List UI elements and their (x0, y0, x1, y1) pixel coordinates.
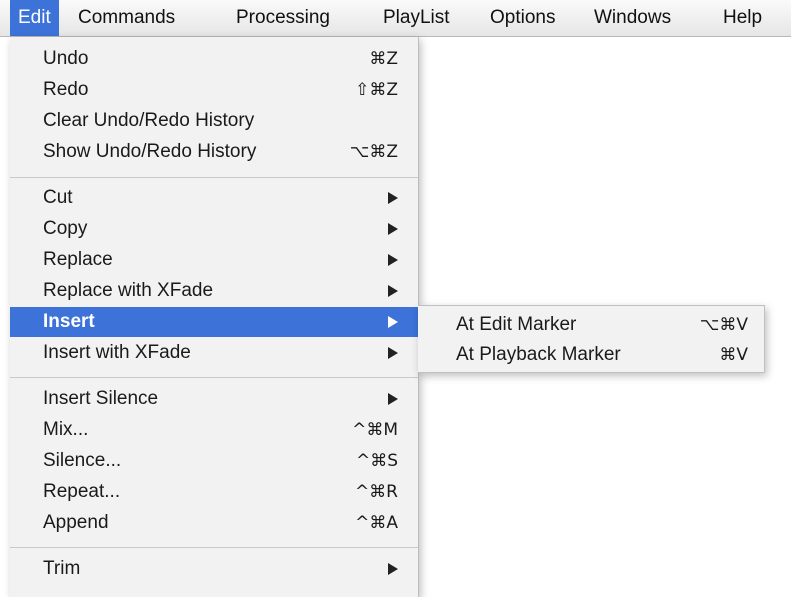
menubar-edit[interactable]: Edit (10, 0, 59, 36)
shortcut-label: ^⌘M (352, 420, 398, 440)
menu-item-label: At Playback Marker (456, 344, 621, 365)
menubar-commands[interactable]: Commands (78, 0, 175, 36)
menu-item-insert[interactable]: Insert (10, 307, 418, 337)
submenu-item-at-edit-marker[interactable]: At Edit Marker ⌥⌘V (418, 310, 764, 340)
submenu-arrow-icon (388, 393, 398, 405)
edit-menu: Undo ⌘Z Redo ⇧⌘Z Clear Undo/Redo History… (10, 37, 419, 597)
menu-item-insert-with-xfade[interactable]: Insert with XFade (10, 338, 418, 368)
menu-item-label: Undo (43, 48, 89, 69)
shortcut-label: ⌥⌘V (699, 315, 748, 335)
menu-item-label: Clear Undo/Redo History (43, 110, 255, 131)
submenu-arrow-icon (388, 563, 398, 575)
insert-submenu: At Edit Marker ⌥⌘V At Playback Marker ⌘V (418, 305, 765, 373)
menu-separator (10, 547, 418, 548)
menu-item-replace-with-xfade[interactable]: Replace with XFade (10, 276, 418, 306)
shortcut-label: ⌘Z (369, 49, 398, 69)
menu-item-label: Repeat... (43, 481, 121, 502)
menu-bar: Edit Commands Processing PlayList Option… (0, 0, 791, 37)
submenu-arrow-icon (388, 223, 398, 235)
menu-item-label: Append (43, 512, 109, 533)
menu-item-replace[interactable]: Replace (10, 245, 418, 275)
menu-item-label: Show Undo/Redo History (43, 141, 257, 162)
submenu-item-at-playback-marker[interactable]: At Playback Marker ⌘V (418, 340, 764, 370)
menu-item-clear-undo-redo-history[interactable]: Clear Undo/Redo History (10, 106, 418, 136)
menu-item-append[interactable]: Append ^⌘A (10, 508, 418, 538)
menu-item-redo[interactable]: Redo ⇧⌘Z (10, 75, 418, 105)
menu-item-label: Trim (43, 558, 81, 579)
menu-item-label: At Edit Marker (456, 314, 577, 335)
shortcut-label: ⇧⌘Z (355, 80, 398, 100)
menubar-options[interactable]: Options (490, 0, 555, 36)
submenu-arrow-icon (388, 285, 398, 297)
menubar-playlist[interactable]: PlayList (383, 0, 450, 36)
menu-item-silence[interactable]: Silence... ^⌘S (10, 446, 418, 476)
menu-item-mix[interactable]: Mix... ^⌘M (10, 415, 418, 445)
menu-item-label: Insert Silence (43, 388, 159, 409)
menu-item-label: Replace (43, 249, 113, 270)
menubar-windows[interactable]: Windows (594, 0, 671, 36)
menu-item-label: Copy (43, 218, 88, 239)
submenu-arrow-icon (388, 254, 398, 266)
shortcut-label: ^⌘R (354, 482, 398, 502)
menu-item-label: Insert (43, 311, 95, 332)
shortcut-label: ⌥⌘Z (349, 142, 398, 162)
menu-item-repeat[interactable]: Repeat... ^⌘R (10, 477, 418, 507)
menu-item-copy[interactable]: Copy (10, 214, 418, 244)
menu-item-label: Mix... (43, 419, 89, 440)
menu-item-label: Replace with XFade (43, 280, 214, 301)
shortcut-label: ^⌘A (355, 513, 398, 533)
menubar-help[interactable]: Help (723, 0, 762, 36)
menu-item-cut[interactable]: Cut (10, 183, 418, 213)
menu-item-show-undo-redo-history[interactable]: Show Undo/Redo History ⌥⌘Z (10, 137, 418, 167)
menu-item-trim[interactable]: Trim (10, 554, 418, 584)
menubar-processing[interactable]: Processing (236, 0, 330, 36)
menu-item-label: Redo (43, 79, 89, 100)
menu-item-label: Insert with XFade (43, 342, 191, 363)
menu-separator (10, 177, 418, 178)
shortcut-label: ⌘V (719, 345, 748, 365)
menu-item-undo[interactable]: Undo ⌘Z (10, 44, 418, 74)
menu-separator (10, 377, 418, 378)
menu-item-insert-silence[interactable]: Insert Silence (10, 384, 418, 414)
menu-item-label: Silence... (43, 450, 122, 471)
submenu-arrow-icon (388, 192, 398, 204)
submenu-arrow-icon (388, 347, 398, 359)
shortcut-label: ^⌘S (355, 451, 398, 471)
menu-item-label: Cut (43, 187, 73, 208)
submenu-arrow-icon (388, 316, 398, 328)
